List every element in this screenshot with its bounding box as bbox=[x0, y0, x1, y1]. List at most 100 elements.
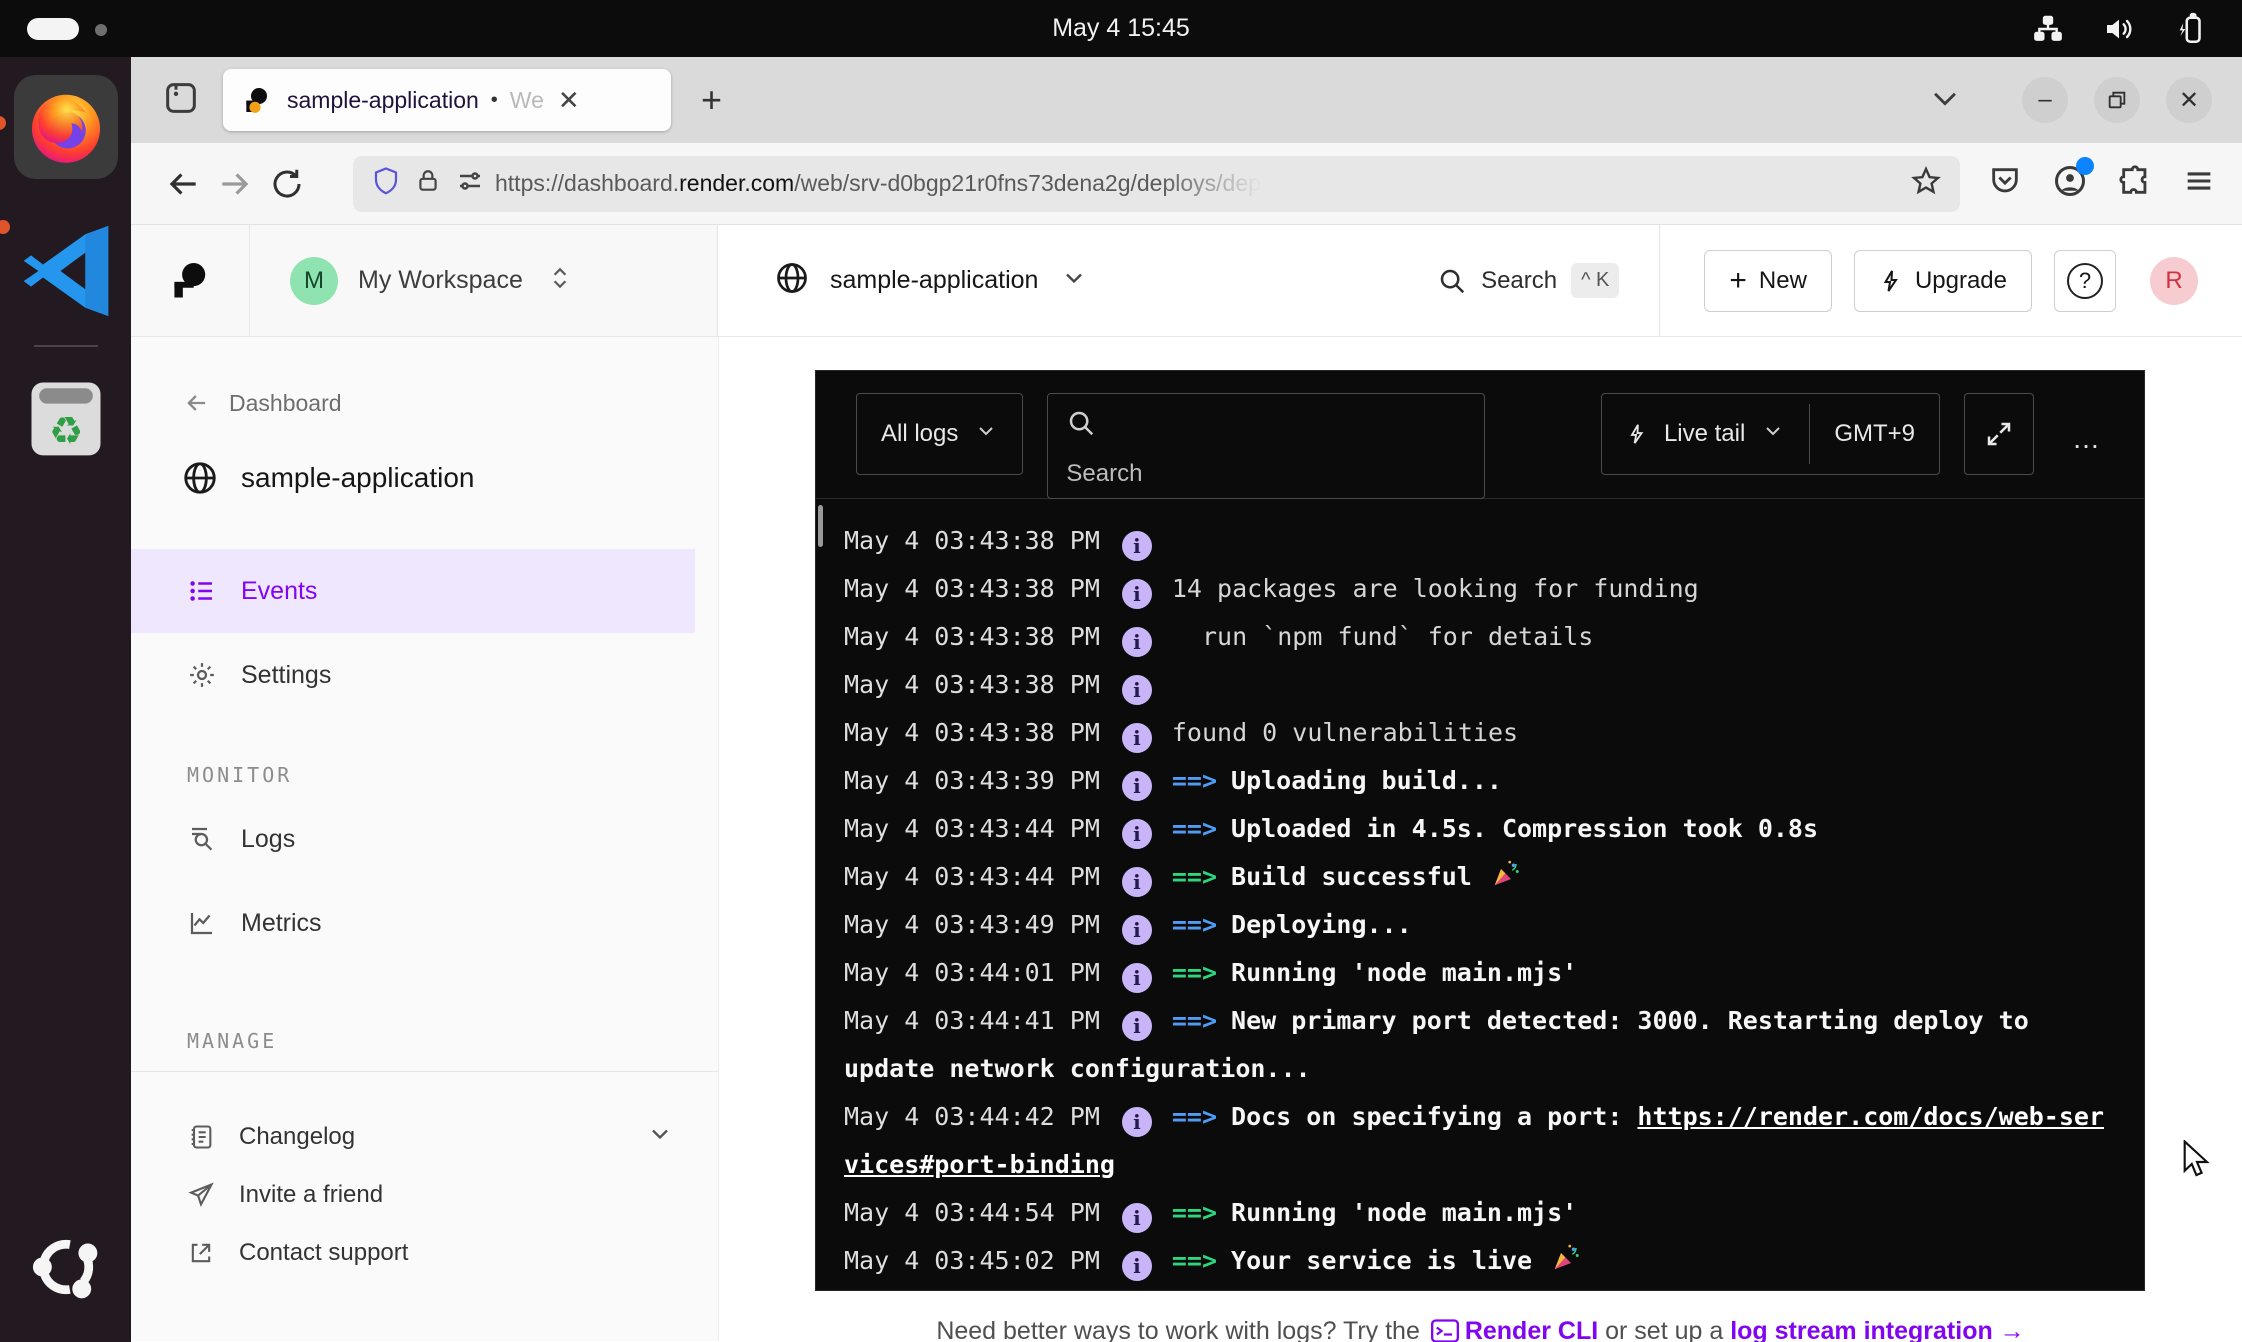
dock-item-firefox[interactable] bbox=[14, 57, 118, 179]
log-timestamp: May 4 03:43:49 PM bbox=[844, 910, 1100, 939]
log-lines: May 4 03:43:38 PMiMay 4 03:43:38 PMi14 p… bbox=[816, 499, 2144, 1285]
help-button[interactable]: ? bbox=[2054, 250, 2116, 312]
sidebar-item-changelog[interactable]: Changelog bbox=[131, 1108, 718, 1166]
workspace-switcher[interactable]: M My Workspace bbox=[250, 225, 718, 336]
log-timestamp: May 4 03:43:44 PM bbox=[844, 862, 1100, 891]
tab-title: sample-application bbox=[287, 87, 479, 114]
log-timestamp: May 4 03:43:38 PM bbox=[844, 574, 1100, 603]
network-tree-icon[interactable] bbox=[2032, 13, 2064, 45]
chevron-down-icon bbox=[1761, 419, 1785, 450]
log-scrollbar[interactable] bbox=[818, 505, 823, 547]
log-text: Uploading build... bbox=[1231, 766, 1502, 795]
close-window-button[interactable]: ✕ bbox=[2166, 77, 2212, 123]
log-arrow: ==> bbox=[1172, 862, 1217, 891]
render-dashboard: M My Workspace sample-application bbox=[131, 225, 2242, 1341]
upgrade-button[interactable]: Upgrade bbox=[1854, 250, 2032, 312]
log-filter-dropdown[interactable]: All logs bbox=[856, 393, 1023, 475]
log-row: May 4 03:43:44 PMi==>Build successful bbox=[844, 853, 2116, 901]
user-avatar[interactable]: R bbox=[2150, 257, 2198, 305]
back-to-dashboard[interactable]: Dashboard bbox=[131, 389, 718, 417]
tracking-shield-icon[interactable] bbox=[371, 165, 401, 202]
log-stream-integration-link[interactable]: log stream integration → bbox=[1730, 1317, 2024, 1342]
timezone-button[interactable]: GMT+9 bbox=[1810, 394, 1939, 474]
live-tail-toggle[interactable]: Live tail bbox=[1602, 394, 1809, 474]
url-text[interactable]: https://dashboard.render.com/web/srv-d0b… bbox=[495, 170, 1269, 197]
browser-toolbar: https://dashboard.render.com/web/srv-d0b… bbox=[131, 143, 2242, 225]
list-tabs-chevron-icon[interactable] bbox=[1928, 81, 1962, 120]
tab-close-icon[interactable]: ✕ bbox=[558, 85, 580, 116]
forward-icon[interactable] bbox=[209, 158, 261, 210]
log-arrow: ==> bbox=[1172, 1102, 1217, 1131]
volume-icon[interactable] bbox=[2102, 13, 2136, 45]
new-tab-button[interactable]: + bbox=[701, 79, 722, 121]
info-icon: i bbox=[1122, 915, 1152, 945]
url-bar[interactable]: https://dashboard.render.com/web/srv-d0b… bbox=[353, 156, 1960, 212]
logs-footer-hint: Need better ways to work with logs? Try … bbox=[719, 1317, 2242, 1342]
minimize-button[interactable]: – bbox=[2022, 77, 2068, 123]
maximize-button[interactable] bbox=[2094, 77, 2140, 123]
system-clock[interactable]: May 4 15:45 bbox=[0, 14, 2242, 43]
back-icon[interactable] bbox=[157, 158, 209, 210]
sidebar-item-contact-support[interactable]: Contact support bbox=[131, 1224, 718, 1282]
new-button[interactable]: + New bbox=[1704, 250, 1832, 312]
lock-icon[interactable] bbox=[415, 166, 441, 201]
sidebar-item-settings[interactable]: Settings bbox=[131, 633, 718, 717]
battery-icon[interactable] bbox=[2174, 12, 2208, 46]
menu-hamburger-icon[interactable] bbox=[2182, 164, 2216, 203]
reload-icon[interactable] bbox=[261, 158, 313, 210]
service-chevron-icon[interactable] bbox=[1060, 264, 1088, 297]
log-arrow: ==> bbox=[1172, 958, 1217, 987]
paper-plane-icon bbox=[187, 1181, 215, 1209]
pocket-icon[interactable] bbox=[1988, 164, 2022, 203]
log-row: May 4 03:43:38 PMi run `npm fund` for de… bbox=[844, 613, 2116, 661]
search-placeholder: Search bbox=[1066, 460, 1142, 488]
render-cli-link[interactable]: Render CLI bbox=[1465, 1317, 1598, 1342]
live-tail-control[interactable]: Live tail GMT+9 bbox=[1601, 393, 1940, 475]
account-icon[interactable] bbox=[2052, 163, 2088, 204]
search-shortcut: ^ K bbox=[1571, 263, 1619, 298]
info-icon: i bbox=[1122, 531, 1152, 561]
browser-tab[interactable]: sample-application • We ✕ bbox=[223, 69, 671, 131]
sidebar: Dashboard sample-application Events bbox=[131, 337, 719, 1341]
sidebar-item-events[interactable]: Events bbox=[131, 549, 695, 633]
tab-separator: • bbox=[491, 89, 498, 112]
log-search-input[interactable]: Search bbox=[1047, 393, 1485, 499]
expand-icon bbox=[1984, 419, 2014, 449]
firefox-view-icon[interactable] bbox=[161, 78, 201, 123]
log-arrow: ==> bbox=[1172, 910, 1217, 939]
sidebar-item-logs[interactable]: Logs bbox=[131, 797, 718, 881]
expand-logs-button[interactable] bbox=[1964, 393, 2034, 475]
log-text: Your service is live bbox=[1231, 1246, 1547, 1275]
sidebar-item-invite[interactable]: Invite a friend bbox=[131, 1166, 718, 1224]
info-icon: i bbox=[1122, 1011, 1152, 1041]
main-content: All logs Search bbox=[719, 337, 2242, 1341]
logs-search-icon bbox=[187, 824, 217, 854]
chevron-down-icon bbox=[974, 419, 998, 450]
log-timestamp: May 4 03:44:42 PM bbox=[844, 1102, 1100, 1131]
bookmark-star-icon[interactable] bbox=[1910, 165, 1942, 202]
changelog-chevron-icon[interactable] bbox=[646, 1120, 674, 1155]
dock-item-vscode[interactable] bbox=[18, 179, 114, 319]
system-tray[interactable] bbox=[2032, 0, 2208, 57]
extensions-puzzle-icon[interactable] bbox=[2118, 164, 2152, 203]
changelog-icon bbox=[187, 1123, 215, 1151]
log-text: Deploying... bbox=[1231, 910, 1412, 939]
sidebar-item-metrics[interactable]: Metrics bbox=[131, 881, 718, 965]
dock-divider bbox=[34, 345, 98, 347]
permissions-icon[interactable] bbox=[455, 166, 485, 201]
metrics-chart-icon bbox=[187, 908, 217, 938]
svg-text:♻: ♻ bbox=[48, 409, 82, 454]
global-search[interactable]: Search ^ K bbox=[1437, 263, 1619, 298]
search-icon bbox=[1066, 408, 1096, 438]
sidebar-item-render-status[interactable]: Render Status bbox=[131, 1326, 718, 1342]
question-icon: ? bbox=[2067, 263, 2103, 299]
browser-window: sample-application • We ✕ + – ✕ bbox=[131, 57, 2242, 1342]
log-toolbar: All logs Search bbox=[816, 371, 2144, 499]
render-logo[interactable] bbox=[131, 225, 250, 336]
log-more-menu[interactable]: … bbox=[2058, 423, 2116, 455]
party-popper-emoji bbox=[1547, 1246, 1581, 1275]
info-icon: i bbox=[1122, 867, 1152, 897]
dock-item-trash[interactable]: ♻ bbox=[20, 371, 112, 463]
log-arrow: ==> bbox=[1172, 766, 1217, 795]
ubuntu-logo[interactable] bbox=[24, 1225, 108, 1314]
